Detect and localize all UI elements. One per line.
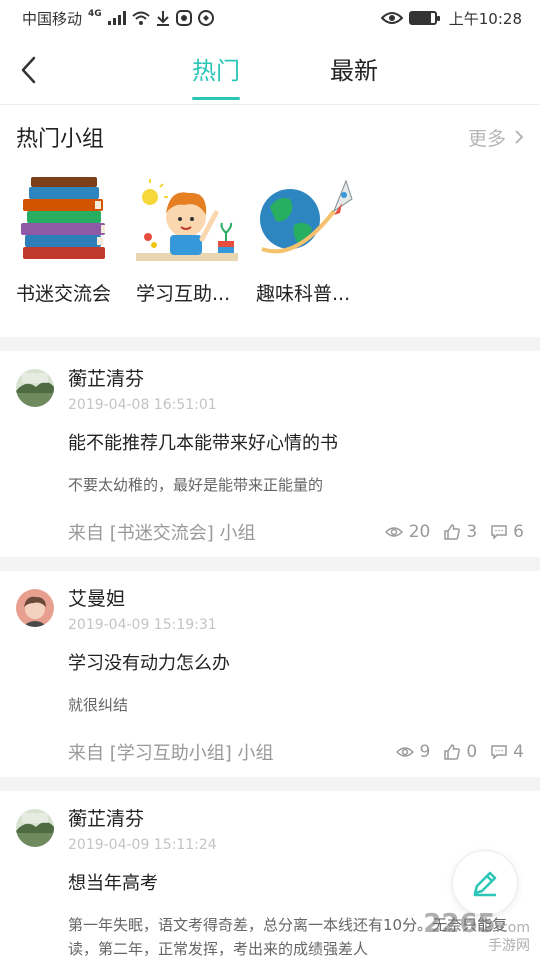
back-button[interactable] — [14, 52, 42, 88]
author-block: 蘅芷清芬 2019-04-09 15:11:24 — [68, 805, 217, 853]
comment-icon — [491, 745, 507, 759]
post-title[interactable]: 学习没有动力怎么办 — [68, 649, 524, 675]
compose-button[interactable] — [452, 850, 518, 916]
earth-rocket-icon — [256, 173, 358, 269]
wifi-icon — [132, 11, 150, 25]
section-gap — [0, 777, 540, 791]
battery-icon — [408, 11, 440, 25]
post-content: 不要太幼稚的，最好是能带来正能量的 — [68, 476, 324, 494]
likes-count: 0 — [466, 742, 478, 762]
thumbs-up-icon — [444, 744, 461, 760]
post-stats: 9 0 4 — [395, 742, 524, 762]
group-card-books[interactable]: 书迷交流会 — [16, 173, 118, 306]
comment-icon — [491, 525, 507, 539]
clock-label: 上午10:28 — [448, 9, 522, 28]
hot-groups-title: 热门小组 — [16, 127, 105, 152]
views-count: 9 — [419, 742, 431, 762]
post-source[interactable]: 来自 [书迷交流会] 小组 — [68, 519, 256, 545]
group-name: 趣味科普... — [256, 283, 351, 305]
views-stat: 20 — [384, 522, 431, 542]
group-card-study[interactable]: 学习互助... — [136, 173, 238, 306]
likes-stat[interactable]: 0 — [444, 742, 477, 762]
status-bar: 中国移动 4G 上午10:28 — [0, 0, 540, 36]
post-time: 2019-04-08 16:51:01 — [68, 397, 217, 413]
status-left: 中国移动 4G — [22, 8, 214, 29]
author-name[interactable]: 蘅芷清芬 — [68, 365, 217, 393]
likes-stat[interactable]: 3 — [444, 522, 477, 542]
app-notification-icon — [175, 10, 192, 26]
books-stack-icon — [16, 173, 118, 269]
battery-fill — [410, 13, 432, 23]
post-header: 蘅芷清芬 2019-04-08 16:51:01 — [16, 365, 524, 413]
views-count: 20 — [408, 522, 431, 542]
groups-row: 书迷交流会 学习互助... 趣味科普... — [16, 173, 524, 306]
watermark-subtitle: 手游网 — [488, 937, 530, 954]
views-stat: 9 — [395, 742, 431, 762]
post-content: 就很纠结 — [68, 696, 129, 714]
carrier-label: 中国移动 — [22, 9, 83, 28]
avatar[interactable] — [16, 809, 54, 847]
eye-icon — [384, 527, 403, 537]
tab-hot[interactable]: 热门 — [192, 47, 240, 100]
download-icon — [156, 10, 170, 26]
eye-icon — [395, 747, 414, 757]
chevron-right-icon — [515, 130, 524, 144]
hot-groups-header: 热门小组 更多 — [16, 119, 524, 155]
post-stats: 20 3 6 — [384, 522, 524, 542]
post-time: 2019-04-09 15:11:24 — [68, 837, 217, 853]
group-name: 书迷交流会 — [16, 283, 112, 305]
student-reading-icon — [136, 173, 238, 269]
post-footer: 来自 [学习互助小组] 小组 9 0 4 — [68, 737, 524, 767]
author-name[interactable]: 艾曼妲 — [68, 585, 217, 613]
author-block: 蘅芷清芬 2019-04-08 16:51:01 — [68, 365, 217, 413]
author-block: 艾曼妲 2019-04-09 15:19:31 — [68, 585, 217, 633]
watermark-brand: 2265 — [423, 909, 496, 940]
pencil-icon — [473, 871, 497, 897]
post-title[interactable]: 能不能推荐几本能带来好心情的书 — [68, 429, 524, 455]
author-name[interactable]: 蘅芷清芬 — [68, 805, 217, 833]
post-body: 学习没有动力怎么办 就很纠结 来自 [学习互助小组] 小组 9 0 4 — [68, 649, 524, 767]
network-type-icon: 4G — [88, 9, 102, 19]
comments-stat[interactable]: 6 — [491, 522, 524, 542]
tab-latest[interactable]: 最新 — [330, 47, 378, 94]
post-source[interactable]: 来自 [学习互助小组] 小组 — [68, 739, 274, 765]
comments-stat[interactable]: 4 — [491, 742, 524, 762]
likes-count: 3 — [466, 522, 478, 542]
back-arrow-icon — [21, 56, 36, 84]
app-notification-icon-2 — [197, 10, 214, 26]
thumbs-up-icon — [444, 524, 461, 540]
post-footer: 来自 [书迷交流会] 小组 20 3 6 — [68, 517, 524, 547]
post-item[interactable]: 蘅芷清芬 2019-04-08 16:51:01 能不能推荐几本能带来好心情的书… — [0, 351, 540, 557]
post-time: 2019-04-09 15:19:31 — [68, 617, 217, 633]
eye-icon — [380, 11, 403, 25]
post-body: 能不能推荐几本能带来好心情的书 不要太幼稚的，最好是能带来正能量的 来自 [书迷… — [68, 429, 524, 547]
comments-count: 6 — [513, 522, 524, 542]
avatar[interactable] — [16, 589, 54, 627]
status-right: 上午10:28 — [380, 8, 522, 29]
group-card-science[interactable]: 趣味科普... — [256, 173, 358, 306]
section-gap — [0, 337, 540, 351]
post-header: 蘅芷清芬 2019-04-09 15:11:24 — [16, 805, 524, 853]
comments-count: 4 — [513, 742, 524, 762]
watermark-logo: 2265.com 手游网 — [423, 910, 530, 954]
hot-groups-section: 热门小组 更多 书迷交流会 学习互助... 趣味科普... — [0, 105, 540, 337]
header: 热门 最新 — [0, 36, 540, 104]
watermark-suffix: .com — [495, 920, 530, 937]
post-header: 艾曼妲 2019-04-09 15:19:31 — [16, 585, 524, 633]
post-item[interactable]: 艾曼妲 2019-04-09 15:19:31 学习没有动力怎么办 就很纠结 来… — [0, 571, 540, 777]
avatar[interactable] — [16, 369, 54, 407]
signal-icon — [107, 11, 126, 25]
group-name: 学习互助... — [136, 283, 231, 305]
more-link[interactable]: 更多 — [468, 124, 524, 151]
more-label: 更多 — [467, 127, 506, 150]
tab-bar: 热门 最新 — [192, 47, 378, 100]
section-gap — [0, 557, 540, 571]
